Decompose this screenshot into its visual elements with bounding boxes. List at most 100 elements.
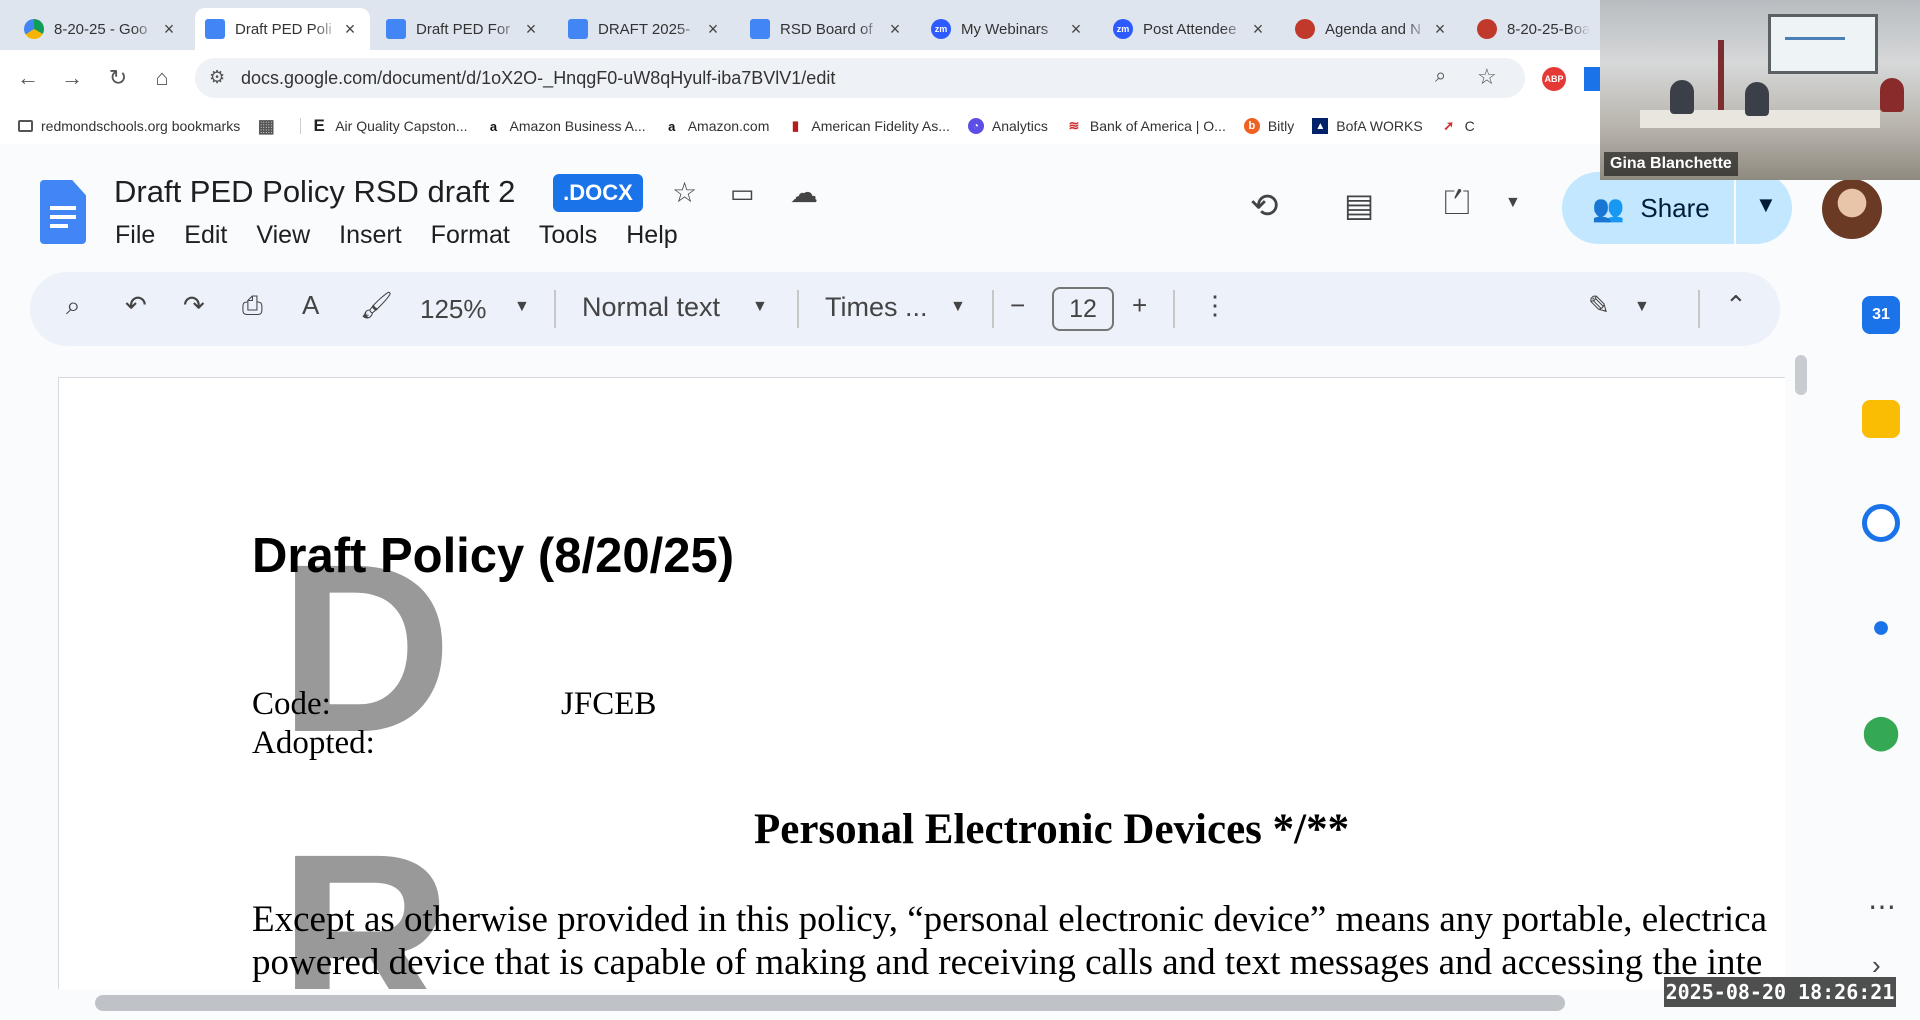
chevron-down-icon[interactable]: ▼ bbox=[950, 298, 966, 316]
zoom-select[interactable]: 125% bbox=[420, 294, 487, 325]
version-history-icon[interactable]: ⟲ bbox=[1250, 186, 1279, 226]
search-icon[interactable]: ⌕ bbox=[66, 290, 81, 322]
menu-tools[interactable]: Tools bbox=[539, 221, 597, 250]
forward-icon[interactable]: → bbox=[54, 60, 90, 96]
close-icon[interactable]: × bbox=[340, 19, 360, 40]
zoom-magnifier-icon[interactable]: ⌕ bbox=[1435, 65, 1446, 88]
menu-insert[interactable]: Insert bbox=[339, 221, 402, 250]
close-icon[interactable]: × bbox=[703, 19, 723, 40]
bookmark-item[interactable]: a Amazon Business A... bbox=[486, 118, 646, 134]
bookmark-item[interactable]: b Bitly bbox=[1243, 118, 1294, 134]
browser-tab[interactable]: zm Post Attendee × bbox=[1103, 8, 1278, 50]
participant-figure bbox=[1745, 82, 1769, 116]
adopted-label[interactable]: Adopted: bbox=[252, 725, 375, 762]
bookmark-item[interactable]: ▦ bbox=[258, 116, 282, 136]
bookmark-item[interactable]: a Amazon.com bbox=[664, 118, 769, 134]
close-icon[interactable]: × bbox=[1066, 19, 1086, 40]
body-text-line[interactable]: powered device that is capable of making… bbox=[252, 941, 1762, 984]
spellcheck-icon[interactable]: A bbox=[302, 290, 319, 321]
menu-view[interactable]: View bbox=[256, 221, 310, 250]
document-title[interactable]: Draft PED Policy RSD draft 2 bbox=[114, 174, 515, 210]
code-label[interactable]: Code: bbox=[252, 686, 331, 723]
share-dropdown-icon[interactable]: ▼ bbox=[1755, 192, 1777, 218]
paint-format-icon[interactable]: 🖌 bbox=[360, 290, 393, 321]
vertical-scrollbar[interactable] bbox=[1795, 355, 1807, 395]
comments-icon[interactable]: ▤ bbox=[1344, 186, 1374, 224]
menu-file[interactable]: File bbox=[115, 221, 155, 250]
print-icon[interactable]: ⎙ bbox=[242, 290, 263, 322]
browser-tab[interactable]: Agenda and N × bbox=[1285, 8, 1460, 50]
browser-tab[interactable]: Draft PED For × bbox=[376, 8, 551, 50]
document-page[interactable]: D R Draft Policy (8/20/25) Code: JFCEB A… bbox=[58, 377, 1785, 989]
document-heading[interactable]: Draft Policy (8/20/25) bbox=[252, 528, 734, 584]
collapse-menus-icon[interactable]: ⌃ bbox=[1725, 290, 1747, 321]
redo-icon[interactable]: ↷ bbox=[183, 290, 205, 321]
menu-help[interactable]: Help bbox=[626, 221, 677, 250]
font-size-input[interactable]: 12 bbox=[1052, 287, 1114, 331]
undo-icon[interactable]: ↶ bbox=[125, 290, 147, 321]
bookmark-item[interactable]: ➚ C bbox=[1441, 118, 1475, 134]
bookmark-item[interactable]: ▲ BofA WORKS bbox=[1312, 118, 1423, 134]
close-icon[interactable]: × bbox=[1430, 19, 1450, 40]
close-icon[interactable]: × bbox=[159, 19, 179, 40]
maps-icon[interactable]: ⬤ bbox=[1862, 712, 1900, 751]
font-family-select[interactable]: Times ... bbox=[825, 292, 928, 323]
site-info-icon[interactable]: ⚙ bbox=[209, 67, 225, 88]
close-icon[interactable]: × bbox=[885, 19, 905, 40]
chevron-down-icon[interactable]: ▼ bbox=[752, 298, 768, 316]
home-icon[interactable]: ⌂ bbox=[144, 60, 180, 96]
menu-format[interactable]: Format bbox=[431, 221, 510, 250]
more-options-icon[interactable]: ⋮ bbox=[1202, 290, 1228, 321]
back-icon[interactable]: ← bbox=[10, 60, 46, 96]
bookmark-item[interactable]: ◔ Analytics bbox=[967, 118, 1048, 134]
tab-title: Agenda and N bbox=[1325, 20, 1421, 38]
browser-tab[interactable]: RSD Board of × bbox=[740, 8, 915, 50]
browser-tab[interactable]: DRAFT 2025- × bbox=[558, 8, 733, 50]
editing-mode-pencil-icon[interactable]: ✎ bbox=[1588, 290, 1610, 321]
bookmark-item[interactable]: redmondschools.org bookmarks bbox=[18, 118, 240, 134]
chevron-down-icon[interactable]: ▼ bbox=[514, 298, 530, 316]
address-bar[interactable]: ⚙ docs.google.com/document/d/1oX2O-_Hnqg… bbox=[195, 58, 1525, 98]
meet-dropdown-icon[interactable]: ▼ bbox=[1505, 194, 1521, 212]
meet-video-icon[interactable]: ⏍ bbox=[1444, 184, 1470, 223]
tasks-icon[interactable] bbox=[1862, 504, 1900, 542]
code-value[interactable]: JFCEB bbox=[561, 686, 656, 723]
file-format-badge[interactable]: .DOCX bbox=[553, 174, 643, 212]
tab-title: 8-20-25 - Goo bbox=[54, 20, 148, 38]
policy-title[interactable]: Personal Electronic Devices */** bbox=[754, 805, 1349, 854]
body-text-line[interactable]: Except as otherwise provided in this pol… bbox=[252, 898, 1767, 941]
more-apps-icon[interactable]: ⋯ bbox=[1868, 890, 1896, 923]
share-button[interactable]: 👥 Share ▼ bbox=[1562, 172, 1792, 244]
bookmark-item[interactable]: E Air Quality Capston... bbox=[300, 116, 468, 135]
bookmark-star-icon[interactable]: ☆ bbox=[1477, 64, 1497, 90]
chevron-down-icon[interactable]: ▼ bbox=[1634, 298, 1650, 316]
browser-tab-active[interactable]: Draft PED Poli × bbox=[195, 8, 370, 50]
browser-tab[interactable]: zm My Webinars × bbox=[921, 8, 1096, 50]
extension-icon[interactable] bbox=[1584, 67, 1600, 91]
avatar[interactable] bbox=[1822, 179, 1882, 239]
paragraph-style-select[interactable]: Normal text bbox=[582, 292, 720, 323]
decrease-font-size-icon[interactable]: − bbox=[1010, 290, 1025, 321]
browser-tab[interactable]: 8-20-25 - Goo × bbox=[14, 8, 189, 50]
url-text[interactable]: docs.google.com/document/d/1oX2O-_HnqgF0… bbox=[241, 68, 835, 89]
close-icon[interactable]: × bbox=[521, 19, 541, 40]
horizontal-scrollbar[interactable] bbox=[95, 995, 1565, 1011]
increase-font-size-icon[interactable]: + bbox=[1132, 290, 1147, 321]
close-icon[interactable]: × bbox=[1248, 19, 1268, 40]
browser-tab[interactable]: 8-20-25-Boar bbox=[1467, 8, 1600, 50]
menu-edit[interactable]: Edit bbox=[184, 221, 227, 250]
tab-title: Post Attendee bbox=[1143, 20, 1237, 38]
contacts-icon[interactable]: ● bbox=[1862, 608, 1900, 646]
reload-icon[interactable]: ↻ bbox=[100, 60, 136, 96]
google-docs-logo-icon[interactable] bbox=[40, 180, 86, 244]
bookmark-item[interactable]: ≋ Bank of America | O... bbox=[1066, 118, 1225, 134]
adblock-extension-icon[interactable]: ABP bbox=[1542, 67, 1566, 91]
cloud-saved-icon[interactable]: ☁ bbox=[790, 176, 818, 209]
tab-title: Draft PED For bbox=[416, 20, 511, 38]
bookmark-item[interactable]: ▮ American Fidelity As... bbox=[787, 118, 950, 134]
participant-name: Gina Blanchette bbox=[1604, 152, 1738, 176]
calendar-icon[interactable]: 31 bbox=[1862, 296, 1900, 334]
move-folder-icon[interactable]: ▭ bbox=[730, 178, 755, 209]
keep-icon[interactable] bbox=[1862, 400, 1900, 438]
star-icon[interactable]: ☆ bbox=[672, 176, 697, 209]
